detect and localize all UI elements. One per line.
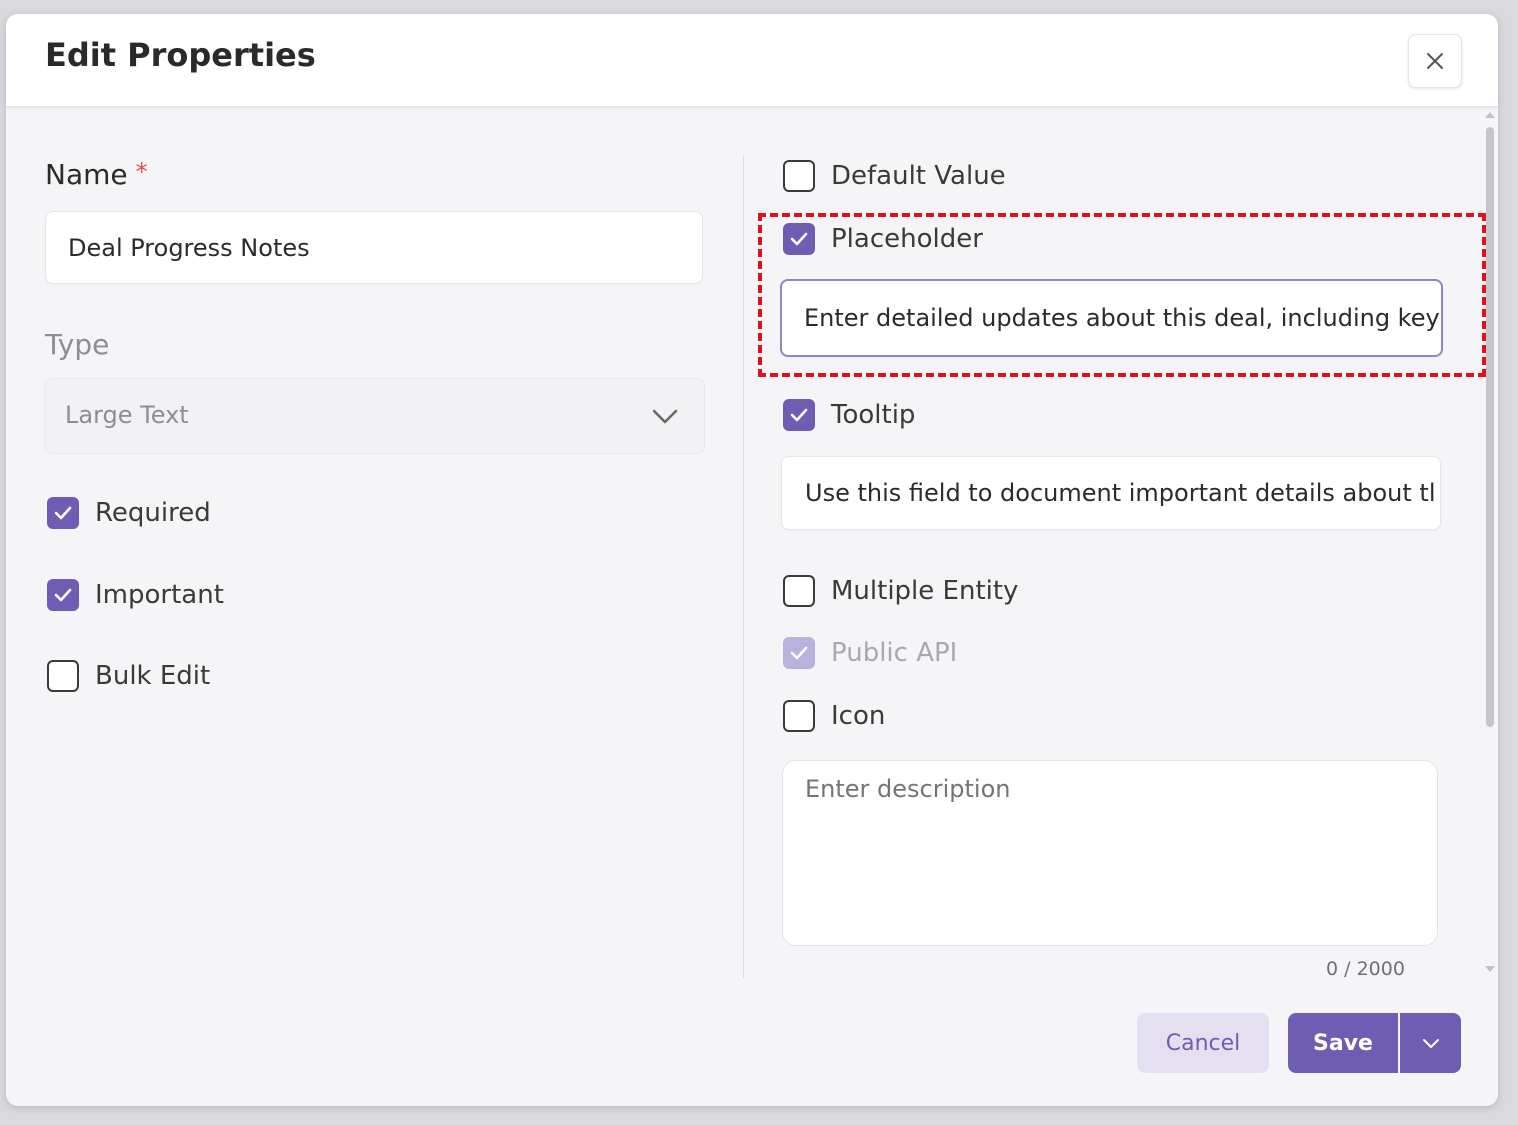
type-select[interactable]: Large Text [44,378,705,454]
column-divider [743,156,744,978]
multiple-entity-checkbox[interactable] [783,575,815,607]
edit-properties-dialog: Edit Properties Name * Deal Progress Note… [6,14,1498,1106]
chevron-down-icon [1422,1038,1439,1048]
name-label: Name * [45,158,148,191]
default-value-checkbox-row[interactable]: Default Value [783,160,1006,192]
tooltip-checkbox[interactable] [783,399,815,431]
save-button-label: Save [1313,1030,1373,1056]
tooltip-label: Tooltip [831,400,916,430]
description-textarea[interactable] [782,760,1438,946]
close-button[interactable] [1408,34,1462,88]
cancel-button[interactable]: Cancel [1137,1013,1269,1073]
icon-label: Icon [831,701,886,731]
public-api-checkbox [783,637,815,669]
save-options-button[interactable] [1400,1013,1461,1073]
dialog-header: Edit Properties [6,14,1498,107]
scrollbar[interactable] [1482,109,1498,979]
default-value-checkbox[interactable] [783,160,815,192]
important-checkbox-row[interactable]: Important [47,579,224,611]
icon-checkbox-row[interactable]: Icon [783,700,885,732]
default-value-label: Default Value [831,161,1006,191]
required-label: Required [95,498,211,528]
public-api-label: Public API [831,638,958,668]
tooltip-checkbox-row[interactable]: Tooltip [783,399,915,431]
bulk-edit-checkbox-row[interactable]: Bulk Edit [47,660,210,692]
highlight-annotation [758,213,1486,377]
chevron-down-icon [652,409,678,424]
bulk-edit-label: Bulk Edit [95,661,211,691]
tooltip-input-value: Use this field to document important det… [805,479,1436,507]
close-icon [1427,53,1443,69]
name-label-text: Name [45,158,128,191]
name-input[interactable]: Deal Progress Notes [45,211,703,284]
scroll-down-arrow-icon [1485,966,1495,972]
icon-checkbox[interactable] [783,700,815,732]
scroll-up-arrow-icon [1485,112,1495,118]
check-icon [790,408,808,422]
bulk-edit-checkbox[interactable] [47,660,79,692]
required-checkbox-row[interactable]: Required [47,497,211,529]
check-icon [54,506,72,520]
cancel-button-label: Cancel [1165,1030,1241,1056]
check-icon [790,646,808,660]
public-api-checkbox-row: Public API [783,637,957,669]
character-counter: 0 / 2000 [1326,958,1405,980]
multiple-entity-checkbox-row[interactable]: Multiple Entity [783,575,1018,607]
tooltip-input[interactable]: Use this field to document important det… [781,456,1441,530]
type-select-value: Large Text [65,401,189,429]
scroll-thumb[interactable] [1486,127,1494,727]
important-label: Important [95,580,224,610]
multiple-entity-label: Multiple Entity [831,576,1019,606]
name-input-value: Deal Progress Notes [68,234,310,262]
check-icon [54,588,72,602]
dialog-title: Edit Properties [45,36,316,74]
save-button[interactable]: Save [1288,1013,1398,1073]
important-checkbox[interactable] [47,579,79,611]
required-checkbox[interactable] [47,497,79,529]
type-label: Type [45,328,110,361]
required-star: * [135,158,148,186]
